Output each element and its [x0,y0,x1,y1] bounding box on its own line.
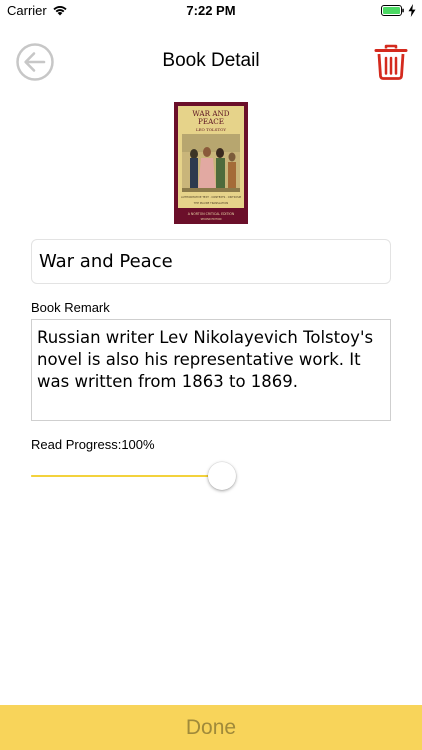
cover-translator-text: THE MAUDE TRANSLATION [194,201,228,205]
book-cover-artwork: WAR AND PEACE LEO TOLSTOY AUTHORITATIVE … [174,102,248,224]
book-title-input[interactable] [32,240,390,283]
cover-notes-text: AUTHORITATIVE TEXT · CONTEXTS · CRITICIS… [181,195,241,199]
charging-bolt-icon [408,4,416,17]
status-bar: Carrier 7:22 PM [0,0,422,22]
slider-fill [31,475,222,477]
done-label: Done [185,716,237,739]
status-time: 7:22 PM [186,3,236,18]
slider-thumb[interactable] [208,462,236,490]
book-cover-image[interactable]: WAR AND PEACE LEO TOLSTOY AUTHORITATIVE … [174,102,248,224]
trash-icon[interactable] [374,44,408,80]
remark-textarea[interactable]: Russian writer Lev Nikolayevich Tolstoy'… [31,319,391,421]
read-progress-slider[interactable] [31,460,236,492]
book-title-field[interactable] [31,239,391,284]
remark-label: Book Remark [31,300,110,315]
cover-title-text-line2: PEACE [198,117,224,126]
read-progress-label: Read Progress:100% [31,437,155,452]
battery-icon [381,5,404,16]
cover-author-text: LEO TOLSTOY [196,127,226,132]
page-title: Book Detail [162,50,260,71]
remark-text[interactable]: Russian writer Lev Nikolayevich Tolstoy'… [37,327,385,393]
cover-edition-sub-text: SECOND EDITION [201,218,222,221]
cover-edition-text: A NORTON CRITICAL EDITION [188,212,235,216]
done-button[interactable]: Done [0,705,422,750]
book-detail-screen: Carrier 7:22 PM Book Detail WAR AND PEAC… [0,0,422,750]
